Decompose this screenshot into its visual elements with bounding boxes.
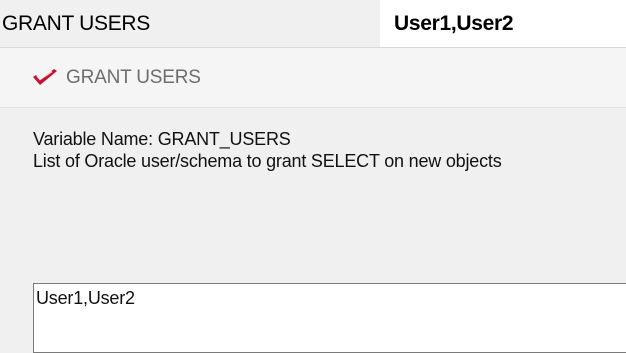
help-panel: GRANT USERS Variable Name: GRANT_USERS L… (0, 48, 626, 353)
property-name-cell[interactable]: GRANT USERS (0, 0, 380, 47)
description-line: List of Oracle user/schema to grant SELE… (33, 151, 502, 171)
red-check-icon (30, 67, 60, 89)
property-row[interactable]: GRANT USERS User1,User2 (0, 0, 626, 48)
help-title: GRANT USERS (66, 66, 201, 88)
variable-name-line: Variable Name: GRANT_USERS (33, 129, 291, 149)
help-description: Variable Name: GRANT_USERS List of Oracl… (33, 128, 502, 172)
property-value-cell[interactable]: User1,User2 (380, 0, 626, 47)
help-header: GRANT USERS (0, 48, 626, 108)
value-textarea[interactable]: User1,User2 (33, 283, 626, 353)
